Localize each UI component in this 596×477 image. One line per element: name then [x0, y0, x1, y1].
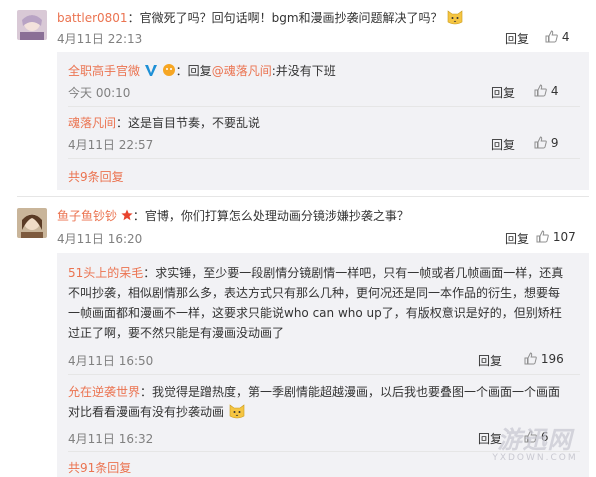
more-replies-link[interactable]: 共91条回复	[68, 459, 131, 476]
colon: ：	[132, 209, 145, 223]
reply-button[interactable]: 回复	[491, 136, 515, 153]
cat-emoji-icon	[446, 8, 464, 26]
avatar[interactable]	[17, 208, 47, 238]
reply-time: 4月11日 22:57	[68, 138, 154, 152]
watermark-logo: 游迅网	[497, 426, 573, 454]
divider	[68, 106, 580, 107]
reply-text-line: 对比看看漫画有没有抄袭动画	[68, 405, 225, 419]
thumbs-up-icon	[534, 136, 547, 149]
reply-button[interactable]: 回复	[505, 230, 529, 247]
like-count: 4	[561, 30, 570, 44]
thumbs-up-icon	[545, 30, 558, 43]
reply-line: 对比看看漫画有没有抄袭动画	[68, 402, 583, 422]
like-count: 4	[550, 84, 559, 98]
reply-line: 魂落凡间：这是盲目节奏，不要乱说	[68, 114, 260, 131]
like-count: 196	[540, 352, 564, 366]
reply-author[interactable]: 51头上的呆毛	[68, 266, 143, 280]
comment-author[interactable]: 鱼子鱼钞钞	[57, 209, 117, 223]
reply-author[interactable]: 允在逆袭世界	[68, 385, 140, 399]
reply-prefix: ：	[140, 385, 153, 399]
reply-text-line: 一帧画面都和漫画不一样，这要求只能说who can who up了，有版权意识是…	[68, 306, 562, 320]
reply-time: 今天 00:10	[68, 86, 131, 100]
reply-line: 全职高手官微 ：回复@魂落凡间:并没有下班	[68, 62, 336, 79]
comment-line: 鱼子鱼钞钞 ：官博，你们打算怎么处理动画分镜涉嫌抄袭之事？	[57, 207, 409, 224]
watermark-url: YXDOWN.COM	[492, 453, 578, 463]
thumbs-up-icon	[536, 230, 549, 243]
reply-line: 允在逆袭世界：我觉得是蹭热度，第一季剧情能超越漫画，以后我也要叠图一个画面一个画…	[68, 382, 583, 402]
reply-author[interactable]: 全职高手官微	[68, 64, 140, 78]
like-button[interactable]: 196	[524, 352, 564, 366]
reply-prefix: ：	[143, 266, 156, 280]
comment-time: 4月11日 22:13	[57, 32, 143, 46]
reply-time: 4月11日 16:50	[68, 354, 154, 368]
reply-button[interactable]: 回复	[505, 30, 529, 47]
comment-time: 4月11日 16:20	[57, 232, 143, 246]
badge-icon	[162, 63, 176, 77]
like-button[interactable]: 9	[534, 136, 558, 150]
star-icon	[121, 209, 133, 221]
colon: ：	[127, 11, 140, 25]
comment-text: 官博，你们打算怎么处理动画分镜涉嫌抄袭之事？	[144, 209, 409, 223]
divider	[68, 158, 580, 159]
reply-text-line: 求实锤，至少要一段剧情分镜剧情一样吧，只有一帧或者几帧画面一样，还真	[155, 266, 564, 280]
mention-link[interactable]: @魂落凡间	[212, 64, 272, 78]
verified-icon	[144, 63, 158, 77]
reply-text: :并没有下班	[271, 64, 336, 78]
reply-text-line: 不叫抄袭，相似剧情那么多，表达方式只有那么几种，更何况还是同一本作品的衍生，想要…	[68, 286, 561, 300]
like-count: 9	[550, 136, 559, 150]
avatar[interactable]	[17, 10, 47, 40]
comment-author[interactable]: battler0801	[57, 11, 128, 25]
like-button[interactable]: 4	[545, 30, 569, 44]
reply-text: 这是盲目节奏，不要乱说	[128, 116, 261, 130]
thumbs-up-icon	[524, 352, 537, 365]
divider	[68, 374, 580, 375]
reply-block: 51头上的呆毛：求实锤，至少要一段剧情分镜剧情一样吧，只有一帧或者几帧画面一样，…	[68, 263, 583, 343]
more-replies-link[interactable]: 共9条回复	[68, 168, 124, 185]
comment-divider	[17, 196, 589, 197]
reply-time: 4月11日 16:32	[68, 432, 154, 446]
like-count: 107	[552, 230, 576, 244]
watermark: 游迅网 YXDOWN.COM	[480, 420, 590, 463]
reply-line: 51头上的呆毛：求实锤，至少要一段剧情分镜剧情一样吧，只有一帧或者几帧画面一样，…	[68, 263, 583, 283]
reply-author[interactable]: 魂落凡间	[68, 116, 116, 130]
reply-button[interactable]: 回复	[478, 352, 502, 369]
like-button[interactable]: 107	[536, 230, 576, 244]
comment-text: 官微死了吗？回句话啊！bgm和漫画抄袭问题解决了吗？	[139, 11, 443, 25]
reply-prefix: ：回复	[175, 64, 212, 78]
thumbs-up-icon	[534, 84, 547, 97]
reply-prefix: ：	[116, 116, 129, 130]
reply-text-line: 我觉得是蹭热度，第一季剧情能超越漫画，以后我也要叠图一个画面一个画面	[152, 385, 561, 399]
cat-emoji-icon	[228, 402, 246, 420]
like-button[interactable]: 4	[534, 84, 558, 98]
reply-button[interactable]: 回复	[491, 84, 515, 101]
reply-block: 允在逆袭世界：我觉得是蹭热度，第一季剧情能超越漫画，以后我也要叠图一个画面一个画…	[68, 382, 583, 422]
reply-text-line: 过正了啊，要不然只能是有漫画没动画了	[68, 326, 285, 340]
comment-line: battler0801：官微死了吗？回句话啊！bgm和漫画抄袭问题解决了吗？	[57, 8, 464, 26]
